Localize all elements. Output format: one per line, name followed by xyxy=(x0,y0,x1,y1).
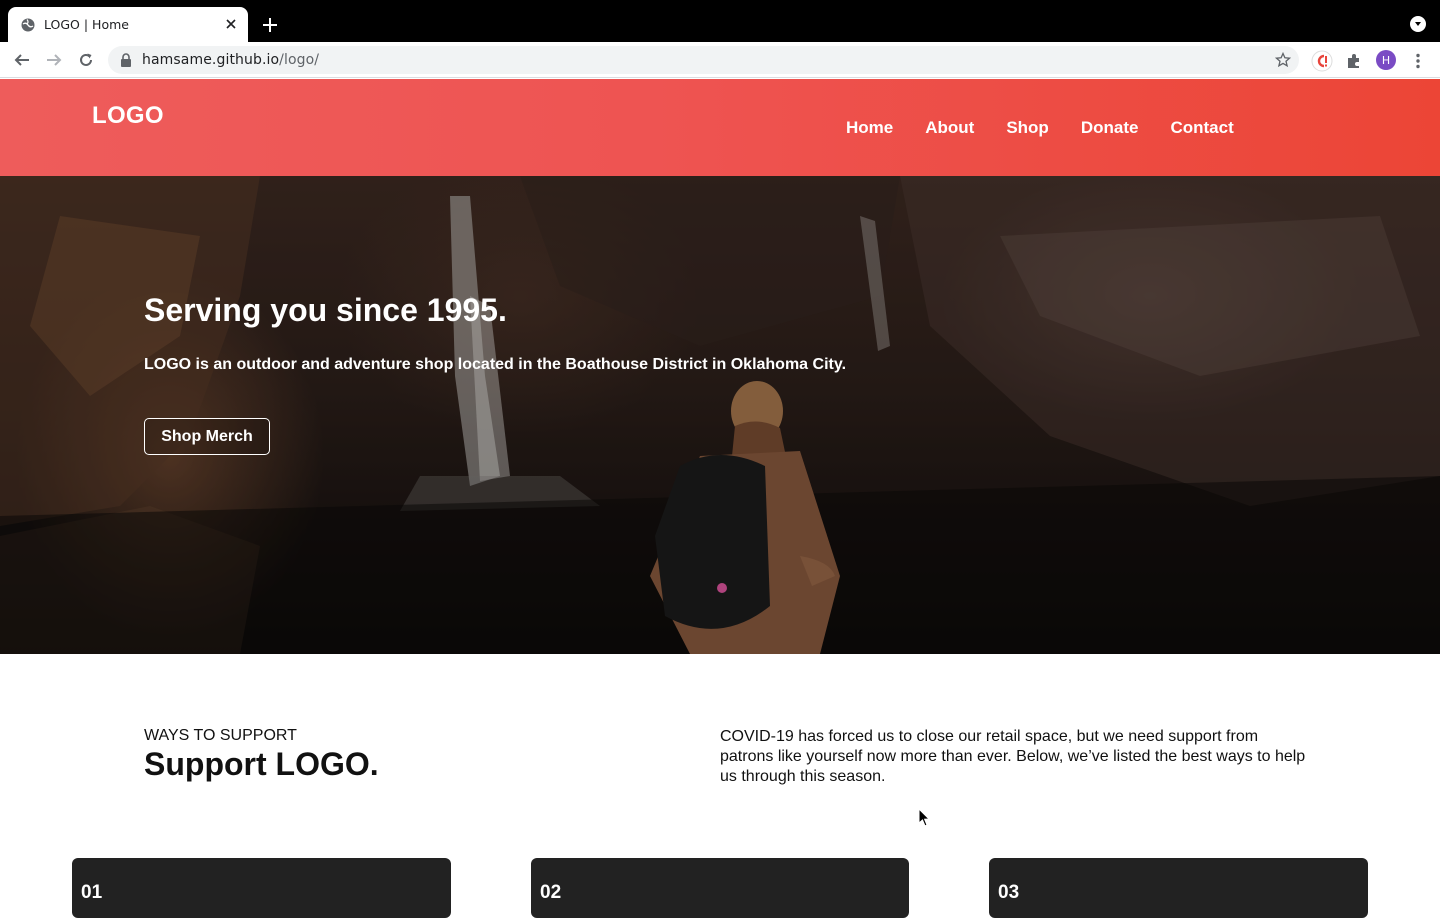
reload-icon[interactable] xyxy=(76,50,96,70)
globe-icon xyxy=(21,18,35,32)
extension-icon[interactable] xyxy=(1311,50,1333,72)
nav-about[interactable]: About xyxy=(925,118,974,138)
hero-title: Serving you since 1995. xyxy=(144,292,507,328)
url-text: hamsame.github.io/logo/ xyxy=(142,52,319,68)
hero-subtitle: LOGO is an outdoor and adventure shop lo… xyxy=(144,356,847,373)
browser-tab[interactable]: LOGO | Home xyxy=(8,7,248,42)
card-number: 02 xyxy=(540,882,562,903)
nav-donate[interactable]: Donate xyxy=(1081,118,1139,138)
section-eyebrow: WAYS TO SUPPORT xyxy=(144,727,297,744)
mouse-cursor-icon xyxy=(918,808,931,827)
tab-title: LOGO | Home xyxy=(44,17,129,32)
profile-avatar[interactable]: H xyxy=(1376,50,1396,70)
support-card[interactable]: 02 xyxy=(531,858,909,918)
card-number: 01 xyxy=(81,882,103,903)
support-card[interactable]: 01 xyxy=(72,858,451,918)
address-bar[interactable]: hamsame.github.io/logo/ xyxy=(108,46,1299,74)
tab-strip: LOGO | Home xyxy=(0,0,1440,42)
close-icon[interactable] xyxy=(224,17,238,31)
url-path: /logo/ xyxy=(279,52,320,68)
support-card[interactable]: 03 xyxy=(989,858,1368,918)
lock-icon xyxy=(120,53,132,67)
bookmark-star-icon[interactable] xyxy=(1274,51,1292,68)
nav-home[interactable]: Home xyxy=(846,118,893,138)
site-header: LOGO Home About Shop Donate Contact xyxy=(0,79,1440,176)
hero-overlay xyxy=(0,176,1440,654)
back-arrow-icon[interactable] xyxy=(12,50,32,70)
main-nav: Home About Shop Donate Contact xyxy=(846,118,1234,138)
section-title: Support LOGO. xyxy=(144,746,379,782)
hero-section: Serving you since 1995. LOGO is an outdo… xyxy=(0,176,1440,654)
url-domain: hamsame.github.io xyxy=(142,52,280,68)
forward-arrow-icon[interactable] xyxy=(44,50,64,70)
section-description: COVID-19 has forced us to close our reta… xyxy=(720,728,1306,785)
nav-contact[interactable]: Contact xyxy=(1170,118,1233,138)
puzzle-icon[interactable] xyxy=(1343,50,1365,72)
more-menu-icon[interactable] xyxy=(1407,50,1429,72)
shop-merch-button[interactable]: Shop Merch xyxy=(144,418,270,455)
tab-search-icon[interactable] xyxy=(1410,16,1426,32)
site-logo[interactable]: LOGO xyxy=(92,102,164,130)
nav-shop[interactable]: Shop xyxy=(1006,118,1049,138)
new-tab-button[interactable] xyxy=(260,15,280,35)
browser-toolbar: hamsame.github.io/logo/ xyxy=(0,42,1440,78)
card-number: 03 xyxy=(998,882,1020,903)
